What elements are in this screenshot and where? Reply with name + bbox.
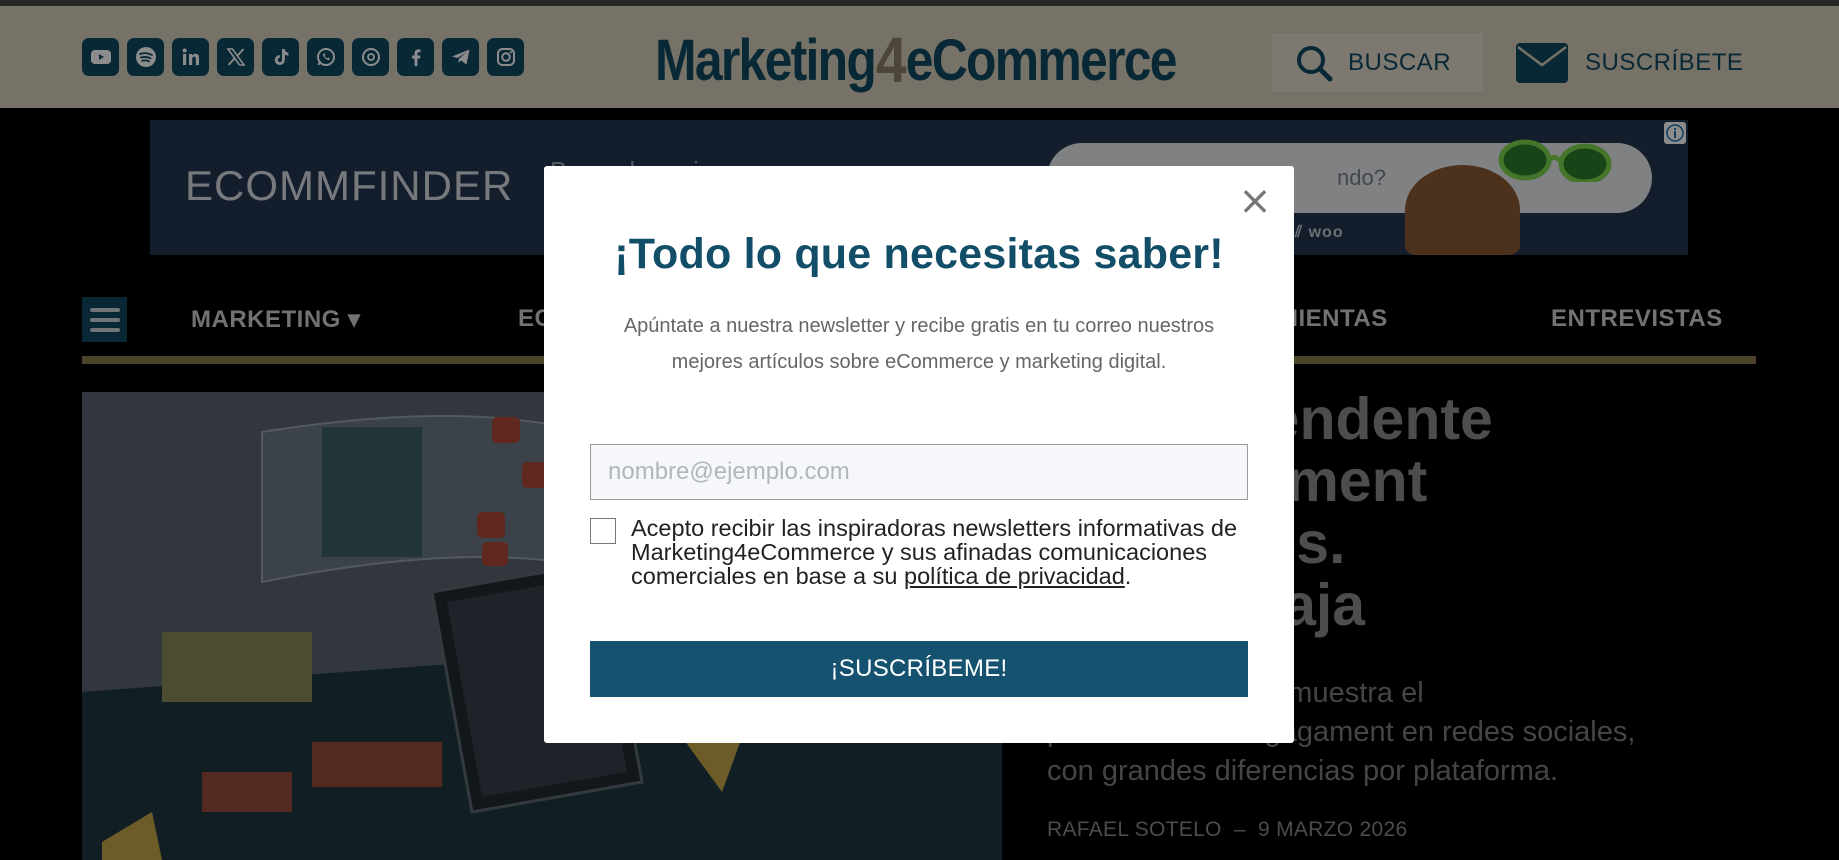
privacy-policy-link[interactable]: política de privacidad — [904, 563, 1125, 589]
consent-label: Acepto recibir las inspiradoras newslett… — [631, 516, 1261, 588]
modal-description: Apúntate a nuestra newsletter y recibe g… — [623, 315, 1215, 373]
email-input[interactable] — [590, 444, 1248, 500]
modal-title: ¡Todo lo que necesitas saber! — [614, 230, 1224, 278]
consent-checkbox[interactable] — [590, 518, 616, 544]
subscribe-submit-button[interactable]: ¡SUSCRÍBEME! — [590, 641, 1248, 697]
consent-end: . — [1124, 563, 1132, 589]
newsletter-modal: × ¡Todo lo que necesitas saber! Apúntate… — [544, 166, 1294, 743]
close-icon[interactable]: × — [1238, 181, 1272, 221]
